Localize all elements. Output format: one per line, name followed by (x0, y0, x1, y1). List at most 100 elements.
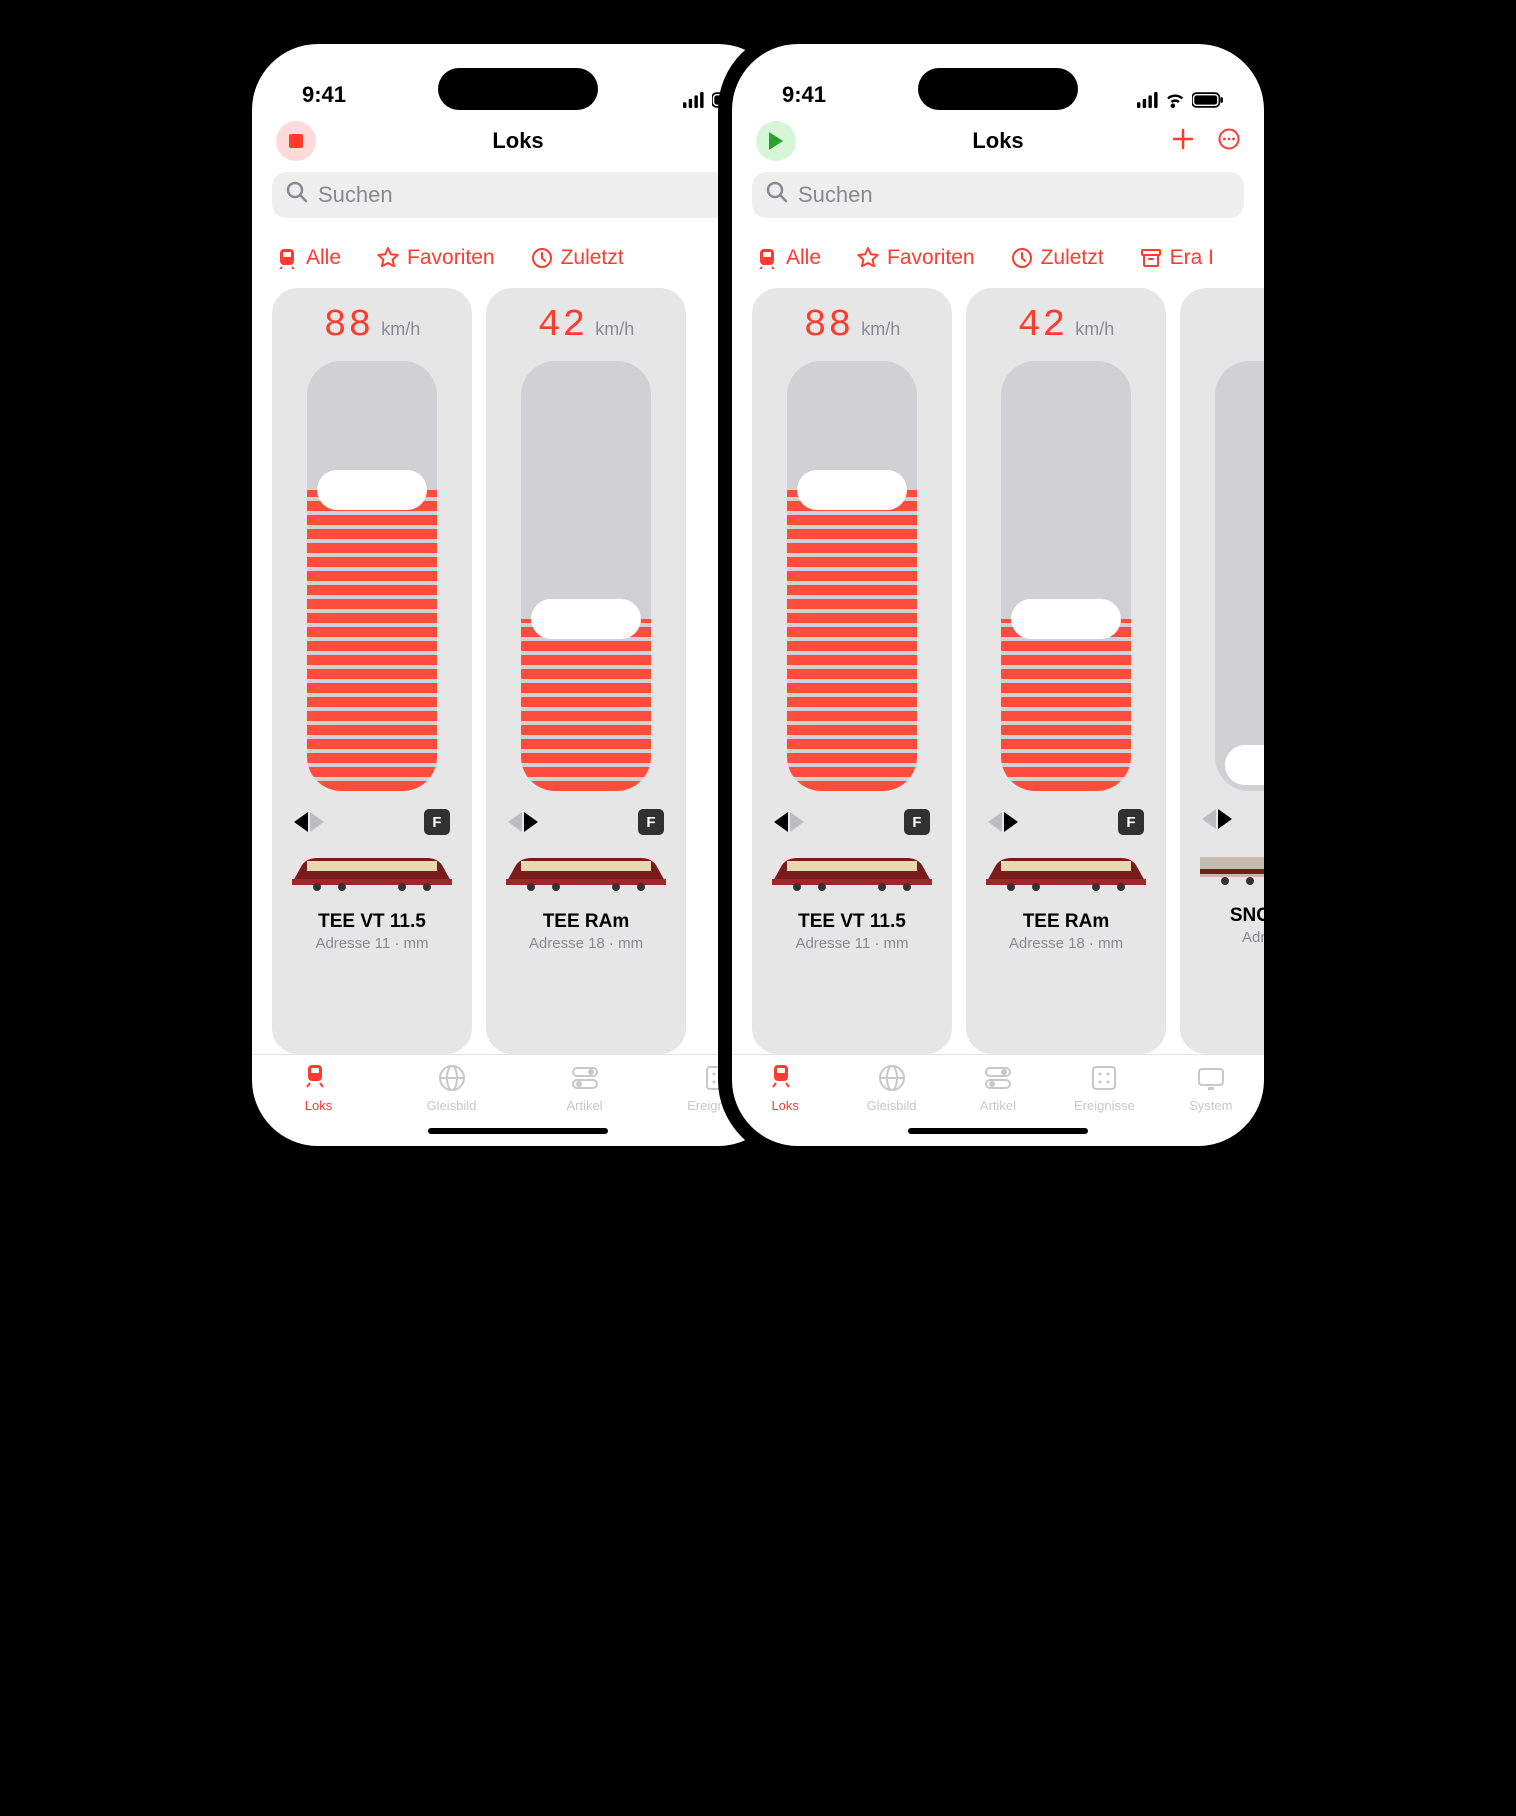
arrow-left-icon (774, 812, 788, 832)
tab-label: Artikel (566, 1098, 602, 1113)
filter-favoriten[interactable]: Favoriten (857, 246, 975, 270)
locomotive-name: TEE VT 11.5 (318, 911, 426, 933)
locomotive-card[interactable]: 0 SNCF CC 4 Adresse 26 (1180, 288, 1264, 1054)
search-input[interactable]: Suchen (272, 172, 764, 218)
toggles-icon (569, 1063, 601, 1096)
direction-toggle[interactable] (508, 812, 538, 832)
home-indicator[interactable] (428, 1128, 608, 1134)
locomotive-name: SNCF CC 4 (1230, 905, 1264, 927)
tab-label: Loks (305, 1098, 332, 1113)
locomotive-list[interactable]: 88 km/h F TEE VT 11.5 Adresse 11 · mm 42 (252, 288, 784, 1054)
filter-favoriten[interactable]: Favoriten (377, 246, 495, 270)
speed-value: 42 (1018, 304, 1068, 347)
search-placeholder: Suchen (798, 182, 873, 208)
speed-unit: km/h (861, 319, 900, 340)
locomotive-name: TEE RAm (1023, 911, 1110, 933)
stop-button[interactable] (276, 121, 316, 161)
locomotive-name: TEE VT 11.5 (798, 911, 906, 933)
globe-icon (876, 1063, 908, 1096)
more-button[interactable] (1218, 128, 1240, 155)
arrow-right-icon (1004, 812, 1018, 832)
tab-label: System (1189, 1098, 1232, 1113)
filter-alle[interactable]: Alle (276, 246, 341, 270)
speed-value: 88 (324, 304, 374, 347)
locomotive-meta: Adresse 26 (1242, 929, 1264, 946)
slider-thumb[interactable] (797, 470, 907, 510)
arrow-left-icon (508, 812, 522, 832)
function-button[interactable]: F (1118, 809, 1144, 835)
function-button[interactable]: F (904, 809, 930, 835)
speed-slider[interactable] (1001, 361, 1131, 791)
filter-label: Zuletzt (561, 246, 624, 270)
train-icon (303, 1063, 335, 1096)
speed-slider[interactable] (521, 361, 651, 791)
events-icon (1088, 1063, 1120, 1096)
arrow-right-icon (310, 812, 324, 832)
filter-label: Era I (1170, 246, 1214, 270)
page-title: Loks (252, 128, 784, 154)
locomotive-card[interactable]: 42 km/h F TEE RAm Adresse 18 · mm (966, 288, 1166, 1054)
function-button[interactable]: F (424, 809, 450, 835)
tab-system[interactable]: System (1166, 1063, 1256, 1146)
tab-label: Ereignisse (1074, 1098, 1135, 1113)
filter-zuletzt[interactable]: Zuletzt (1011, 246, 1104, 270)
speed-slider[interactable] (1215, 361, 1264, 791)
phone-frame-left: 9:41 Loks Suchen Alle Favoriten Zuletzt 88… (238, 30, 798, 1160)
tab-loks[interactable]: Loks (274, 1063, 364, 1146)
status-time: 9:41 (782, 82, 826, 108)
speed-slider[interactable] (307, 361, 437, 791)
tab-label: Artikel (980, 1098, 1016, 1113)
globe-icon (436, 1063, 468, 1096)
signal-icon (1137, 92, 1158, 108)
locomotive-card[interactable]: 88 km/h F TEE VT 11.5 Adresse 11 · mm (752, 288, 952, 1054)
speed-slider[interactable] (787, 361, 917, 791)
slider-thumb[interactable] (531, 599, 641, 639)
locomotive-card[interactable]: 88 km/h F TEE VT 11.5 Adresse 11 · mm (272, 288, 472, 1054)
nav-bar: Loks (732, 110, 1264, 172)
locomotive-name: TEE RAm (543, 911, 630, 933)
arrow-left-icon (1202, 809, 1216, 829)
slider-thumb[interactable] (1225, 745, 1264, 785)
toggles-icon (982, 1063, 1014, 1096)
locomotive-image (501, 851, 671, 895)
speed-value: 88 (804, 304, 854, 347)
speed-unit: km/h (381, 319, 420, 340)
direction-toggle[interactable] (294, 812, 324, 832)
filter-label: Alle (786, 246, 821, 270)
arrow-right-icon (790, 812, 804, 832)
search-input[interactable]: Suchen (752, 172, 1244, 218)
home-indicator[interactable] (908, 1128, 1088, 1134)
locomotive-meta: Adresse 11 · mm (795, 935, 908, 952)
arrow-right-icon (524, 812, 538, 832)
speed-unit: km/h (1075, 319, 1114, 340)
direction-toggle[interactable] (774, 812, 804, 832)
search-icon (766, 181, 788, 209)
locomotive-list[interactable]: 88 km/h F TEE VT 11.5 Adresse 11 · mm 42 (732, 288, 1264, 1054)
locomotive-meta: Adresse 18 · mm (529, 935, 643, 952)
dynamic-island (918, 68, 1078, 110)
battery-icon (1192, 92, 1224, 108)
slider-thumb[interactable] (317, 470, 427, 510)
filter-label: Favoriten (407, 246, 495, 270)
train-icon (769, 1063, 801, 1096)
play-button[interactable] (756, 121, 796, 161)
status-time: 9:41 (302, 82, 346, 108)
locomotive-image (981, 851, 1151, 895)
function-button[interactable]: F (638, 809, 664, 835)
tab-loks[interactable]: Loks (740, 1063, 830, 1146)
locomotive-image (767, 851, 937, 895)
filter-label: Zuletzt (1041, 246, 1104, 270)
wifi-icon (1166, 92, 1184, 108)
direction-toggle[interactable] (988, 812, 1018, 832)
filter-zuletzt[interactable]: Zuletzt (531, 246, 624, 270)
locomotive-card[interactable]: 42 km/h F TEE RAm Adresse 18 · mm (486, 288, 686, 1054)
filter-alle[interactable]: Alle (756, 246, 821, 270)
filter-era i[interactable]: Era I (1140, 246, 1214, 270)
direction-toggle[interactable] (1202, 809, 1232, 829)
slider-thumb[interactable] (1011, 599, 1121, 639)
search-placeholder: Suchen (318, 182, 393, 208)
arrow-right-icon (1218, 809, 1232, 829)
locomotive-image (1195, 845, 1264, 889)
add-button[interactable] (1172, 128, 1194, 155)
tab-label: Gleisbild (867, 1098, 917, 1113)
